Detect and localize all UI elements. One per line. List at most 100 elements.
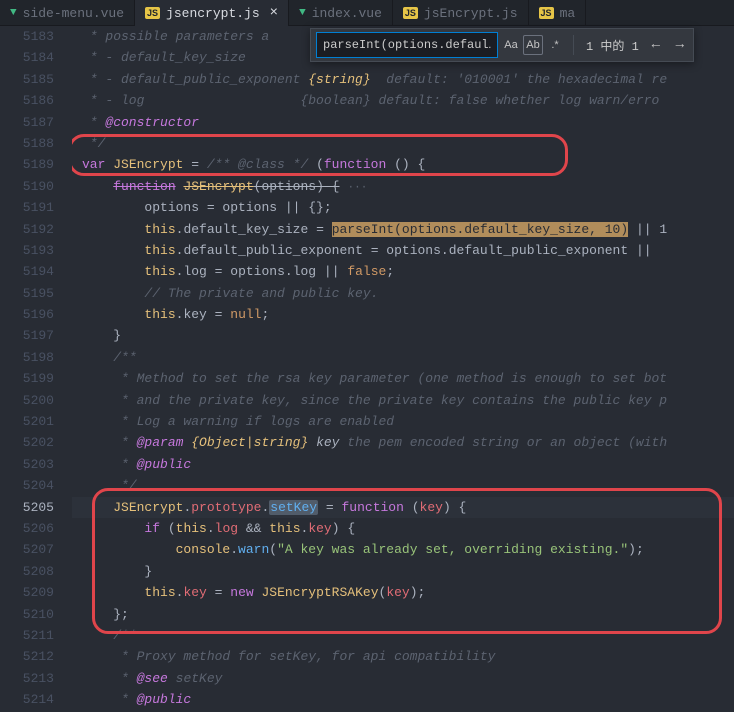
code-text: (: [404, 500, 420, 515]
code-text: new: [230, 585, 253, 600]
tab-label: index.vue: [312, 6, 382, 21]
fold-indicator[interactable]: ···: [340, 182, 368, 194]
find-prev-icon[interactable]: ←: [647, 37, 665, 53]
code-text: *: [113, 457, 136, 472]
code-text: ) {: [332, 521, 355, 536]
code-text: * - default_public_exponent: [82, 72, 308, 87]
code-text: /** @class */: [207, 157, 308, 172]
code-text: @see: [137, 671, 168, 686]
tab-jsencrypt[interactable]: JS jsencrypt.js ×: [135, 0, 289, 26]
gutter: 5183518451855186518751885189519051915192…: [0, 26, 72, 712]
code-text: (: [308, 157, 324, 172]
line-number: 5198: [0, 347, 54, 368]
code-text: function: [342, 500, 404, 515]
line-number: 5201: [0, 411, 54, 432]
code-text: {string}: [308, 72, 370, 87]
close-icon[interactable]: ×: [270, 6, 278, 20]
line-number: 5205: [0, 497, 54, 518]
find-count: 1 中的 1: [586, 37, 639, 54]
js-icon: JS: [539, 7, 554, 19]
line-number: 5208: [0, 561, 54, 582]
code-text: log: [293, 264, 316, 279]
code-text: JSEncrypt: [113, 157, 183, 172]
find-regex-icon[interactable]: .*: [545, 35, 565, 55]
code-text: * Method to set the rsa key parameter (o…: [113, 371, 667, 386]
code-text: ||: [316, 264, 347, 279]
code-text: ;: [386, 264, 394, 279]
code-text: options = options || {};: [144, 200, 331, 215]
code-text: = options.: [207, 264, 293, 279]
line-number: 5192: [0, 219, 54, 240]
code-text: =: [207, 585, 230, 600]
code-text: *: [113, 671, 136, 686]
tabs-bar: ▼ side-menu.vue JS jsencrypt.js × ▼ inde…: [0, 0, 734, 26]
tab-index[interactable]: ▼ index.vue: [289, 0, 393, 26]
find-input[interactable]: [317, 33, 497, 57]
line-number: 5212: [0, 646, 54, 667]
code-text: @public: [137, 457, 192, 472]
code-text: * - log {boolean} default: false whether…: [82, 93, 659, 108]
code-text: this: [176, 521, 207, 536]
line-number: 5186: [0, 90, 54, 111]
line-number: 5199: [0, 368, 54, 389]
code-text: @constructor: [105, 115, 199, 130]
line-number: 5207: [0, 539, 54, 560]
line-number: 5184: [0, 47, 54, 68]
line-number: 5187: [0, 112, 54, 133]
code-text: =: [207, 307, 230, 322]
code-text: /**: [113, 350, 136, 365]
line-number: 5191: [0, 197, 54, 218]
code-text: (options) {: [254, 179, 340, 194]
code-text: "A key was already set, overriding exist…: [277, 542, 628, 557]
tab-label: ma: [560, 6, 576, 21]
code-text: (: [160, 521, 176, 536]
code-text: }: [144, 564, 152, 579]
code-text: key: [183, 585, 206, 600]
code-text: }: [113, 328, 121, 343]
code-text: if: [144, 521, 160, 536]
code-text: * and the private key, since the private…: [113, 393, 667, 408]
code-text: @param: [137, 435, 184, 450]
code-text: };: [113, 607, 129, 622]
code-text: *: [113, 435, 136, 450]
code-text: );: [628, 542, 644, 557]
code-text: // The private and public key.: [144, 286, 378, 301]
tab-ma[interactable]: JS ma: [529, 0, 587, 26]
code-text: prototype: [191, 500, 261, 515]
line-number: 5209: [0, 582, 54, 603]
code-text: (: [269, 542, 277, 557]
line-number: 5189: [0, 154, 54, 175]
find-word-icon[interactable]: Ab: [523, 35, 543, 55]
line-number: 5203: [0, 454, 54, 475]
line-number: 5200: [0, 390, 54, 411]
js-icon: JS: [403, 7, 418, 19]
line-number: 5202: [0, 432, 54, 453]
line-number: 5185: [0, 69, 54, 90]
find-next-icon[interactable]: →: [671, 37, 689, 53]
code-text: &&: [238, 521, 269, 536]
code-text: @public: [137, 692, 192, 707]
find-case-icon[interactable]: Aa: [501, 35, 521, 55]
code-text: .: [207, 521, 215, 536]
code-text: key: [420, 500, 443, 515]
code-text: default_public_exponent: [449, 243, 628, 258]
divider: [573, 35, 574, 55]
line-number: 5213: [0, 668, 54, 689]
code-text: null: [230, 307, 261, 322]
tab-jsencrypt-2[interactable]: JS jsEncrypt.js: [393, 0, 529, 26]
line-number: 5196: [0, 304, 54, 325]
tab-label: jsencrypt.js: [166, 6, 260, 21]
code-text: /**: [113, 628, 136, 643]
code-text: =: [183, 157, 206, 172]
code-text: key: [308, 435, 339, 450]
code-text: ||: [628, 243, 659, 258]
code-text: *: [82, 115, 105, 130]
tab-side-menu[interactable]: ▼ side-menu.vue: [0, 0, 135, 26]
code-text: () {: [386, 157, 425, 172]
code-area[interactable]: * possible parameters a * - default_key_…: [72, 26, 734, 712]
code-text: =: [318, 500, 341, 515]
line-number: 5183: [0, 26, 54, 47]
line-number: 5211: [0, 625, 54, 646]
line-number: 5206: [0, 518, 54, 539]
find-widget: Aa Ab .* 1 中的 1 ← →: [310, 28, 694, 62]
